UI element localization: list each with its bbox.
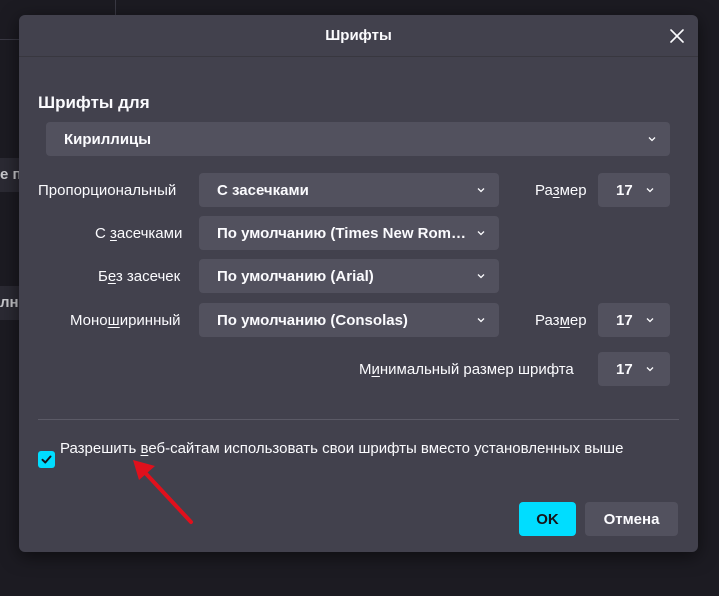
proportional-size-select[interactable]: 17 (598, 173, 670, 207)
label-part: еб-сайтам использовать свои шрифты вмест… (148, 440, 624, 457)
chevron-down-icon (646, 367, 654, 372)
access-key: и (371, 361, 380, 378)
label-part: нимальный размер шрифта (379, 361, 574, 378)
label-part: Б (98, 268, 108, 285)
minimum-size-select[interactable]: 17 (598, 352, 670, 386)
arrow-annotation (133, 460, 193, 524)
label-part: М (359, 361, 372, 378)
access-key: з (552, 182, 560, 199)
proportional-select[interactable]: С засечками (199, 173, 499, 207)
minimum-size-value: 17 (616, 360, 633, 378)
access-key: м (559, 312, 570, 329)
monospace-label: Моноширинный (70, 311, 181, 331)
allow-pages-fonts-checkbox[interactable] (38, 451, 55, 468)
script-select-value: Кириллицы (64, 130, 152, 148)
access-key: з (110, 225, 117, 242)
proportional-label: Пропорциональный (38, 182, 177, 199)
monospace-size-label: Размер (535, 311, 587, 331)
minimum-size-label: Минимальный размер шрифта (359, 360, 574, 380)
proportional-select-value: С засечками (217, 181, 309, 199)
chevron-down-icon (477, 231, 485, 236)
proportional-size-label: Размер (535, 181, 587, 201)
divider (38, 419, 679, 420)
label-part: з засечек (115, 268, 181, 285)
chevron-down-icon (648, 137, 656, 142)
ok-button[interactable]: OK (519, 502, 576, 536)
close-button[interactable] (665, 24, 689, 48)
label-part: мер (559, 182, 587, 199)
label-part: Раз (535, 312, 560, 329)
monospace-select[interactable]: По умолчанию (Consolas) (199, 303, 499, 337)
label-part: ер (569, 312, 587, 329)
dialog-title: Шрифты (325, 27, 392, 44)
serif-select-value: По умолчанию (Times New Roman) (217, 224, 469, 242)
script-select[interactable]: Кириллицы (46, 122, 670, 156)
chevron-down-icon (477, 188, 485, 193)
label-part: С (95, 225, 110, 242)
label-part: иринный (119, 312, 181, 329)
label-part: Моно (70, 312, 108, 329)
monospace-select-value: По умолчанию (Consolas) (217, 311, 408, 329)
sans-serif-select[interactable]: По умолчанию (Arial) (199, 259, 499, 293)
chevron-down-icon (646, 318, 654, 323)
chevron-down-icon (477, 318, 485, 323)
access-key: ш (107, 312, 120, 329)
cancel-button[interactable]: Отмена (585, 502, 678, 536)
close-icon (670, 29, 684, 43)
sans-serif-select-value: По умолчанию (Arial) (217, 267, 374, 285)
fonts-dialog: Шрифты Шрифты для Кириллицы Пропорционал… (19, 15, 698, 552)
chevron-down-icon (646, 188, 654, 193)
monospace-size-select[interactable]: 17 (598, 303, 670, 337)
label-part: асечками (116, 225, 183, 242)
serif-label: С засечками (95, 224, 182, 244)
dialog-titlebar: Шрифты (19, 15, 698, 57)
monospace-size-value: 17 (616, 311, 633, 329)
proportional-size-value: 17 (616, 181, 633, 199)
sans-serif-label: Без засечек (98, 267, 180, 287)
serif-select[interactable]: По умолчанию (Times New Roman) (199, 216, 499, 250)
chevron-down-icon (477, 274, 485, 279)
checkmark-icon (41, 455, 52, 464)
access-key: е (107, 268, 116, 285)
label-part: Ра (535, 182, 553, 199)
fonts-for-heading: Шрифты для (38, 93, 150, 112)
